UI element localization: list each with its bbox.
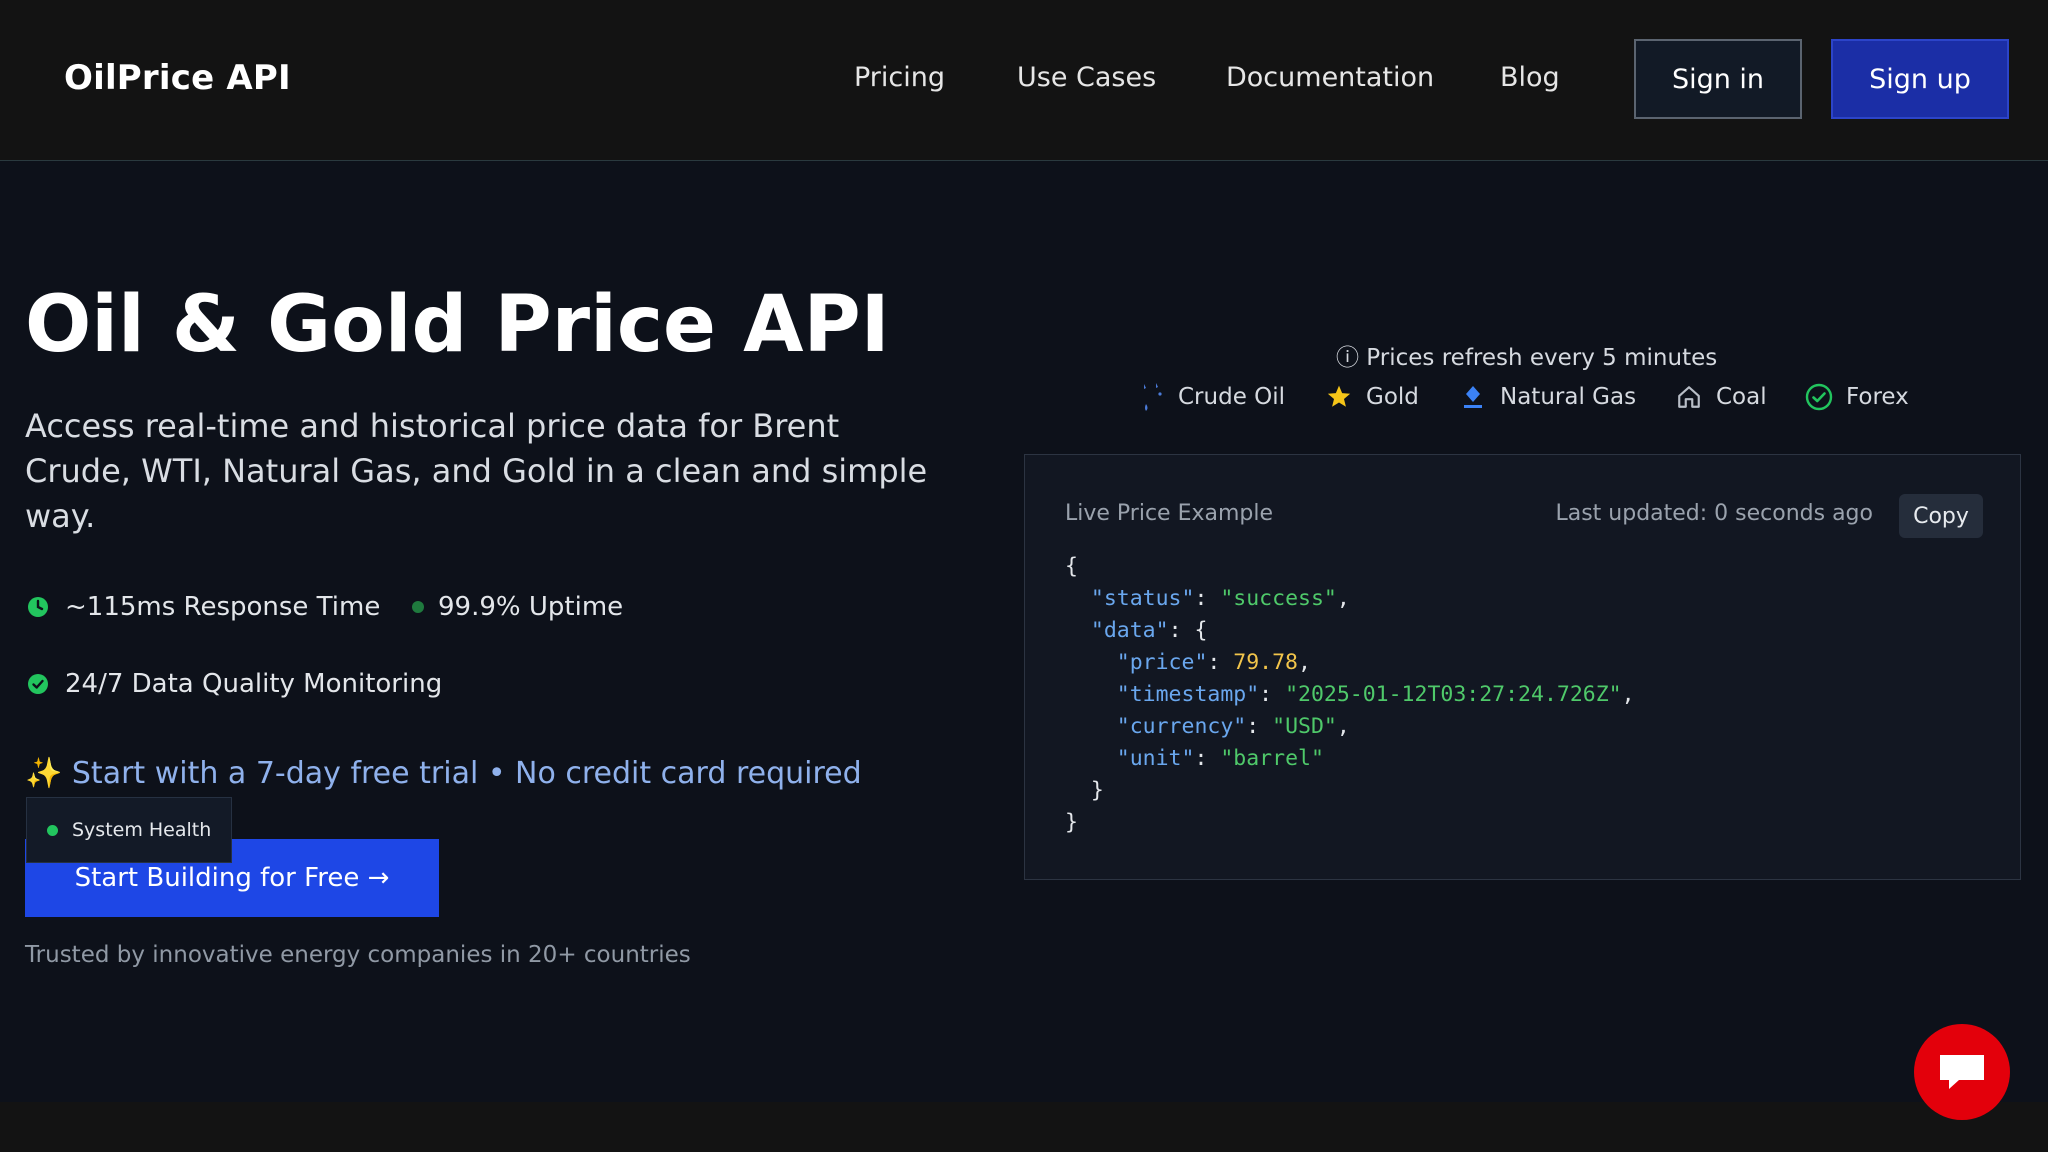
nav-link-documentation[interactable]: Documentation [1226,62,1434,93]
coal-label: Coal [1716,384,1767,410]
nav-link-blog[interactable]: Blog [1500,62,1560,93]
gas-flame-icon [1458,382,1488,412]
commodity-forex[interactable]: Forex [1804,382,1909,412]
code-key-data: "data" [1090,618,1169,643]
sign-in-button[interactable]: Sign in [1634,39,1802,119]
stat-monitoring: 24/7 Data Quality Monitoring [27,669,442,699]
response-time-label: ~115ms Response Time [65,592,381,622]
system-health-badge[interactable]: System Health [26,797,232,863]
star-icon [1324,382,1354,412]
code-key-status: "status" [1090,586,1195,611]
oil-drops-icon [1136,382,1166,412]
free-trial-note: ✨ Start with a 7-day free trial • No cre… [25,756,862,791]
forex-label: Forex [1846,384,1909,410]
natural-gas-label: Natural Gas [1500,384,1637,410]
hero-title: Oil & Gold Price API [25,280,890,370]
nav-link-pricing[interactable]: Pricing [854,62,945,93]
commodity-coal[interactable]: Coal [1674,382,1767,412]
system-health-label: System Health [72,819,212,841]
refresh-note: ⓘ Prices refresh every 5 minutes [1336,345,1718,371]
house-icon [1674,382,1704,412]
gold-label: Gold [1366,384,1419,410]
status-dot-icon [412,601,424,613]
last-updated-label: Last updated: 0 seconds ago [1555,501,1873,526]
commodity-list: Crude Oil Gold Natural Gas Coal Forex [0,382,2048,422]
commodity-natural-gas[interactable]: Natural Gas [1458,382,1636,412]
copy-button[interactable]: Copy [1899,494,1983,538]
panel-title: Live Price Example [1065,501,1274,526]
chat-bubble-icon [1937,1050,1987,1094]
code-value-unit: "barrel" [1220,746,1324,771]
code-value-timestamp: "2025-01-12T03:27:24.726Z" [1285,682,1622,707]
check-circle-icon [1804,382,1834,412]
chat-widget-button[interactable] [1914,1024,2010,1120]
code-key-price: "price" [1116,650,1208,675]
code-key-unit: "unit" [1116,746,1195,771]
code-value-status: "success" [1220,586,1337,611]
nav-link-use-cases[interactable]: Use Cases [1017,62,1156,93]
commodity-gold[interactable]: Gold [1324,382,1419,412]
json-response-code[interactable]: { "status": "success", "data": { "price"… [1065,551,1635,839]
stat-response-time: ~115ms Response Time [27,592,380,622]
check-circle-icon [27,673,49,695]
stat-uptime: 99.9% Uptime [412,592,623,622]
monitoring-label: 24/7 Data Quality Monitoring [65,669,443,699]
clock-icon [27,596,49,618]
hero-subtitle: Access real-time and historical price da… [25,407,928,535]
sign-up-button[interactable]: Sign up [1831,39,2009,119]
commodity-crude-oil[interactable]: Crude Oil [1136,382,1285,412]
trusted-by-note: Trusted by innovative energy companies i… [25,942,691,968]
uptime-label: 99.9% Uptime [438,592,624,622]
crude-oil-label: Crude Oil [1178,384,1286,410]
footer-strip [0,1102,2048,1152]
code-key-timestamp: "timestamp" [1116,682,1260,707]
top-navbar: OilPrice API Pricing Use Cases Documenta… [0,0,2048,161]
health-status-dot [47,824,58,836]
live-price-example-panel: Live Price Example Last updated: 0 secon… [1024,454,2021,880]
code-value-price: 79.78 [1233,650,1299,675]
code-key-currency: "currency" [1116,714,1247,739]
code-brace: { [1065,554,1078,579]
code-value-currency: "USD" [1272,714,1337,739]
